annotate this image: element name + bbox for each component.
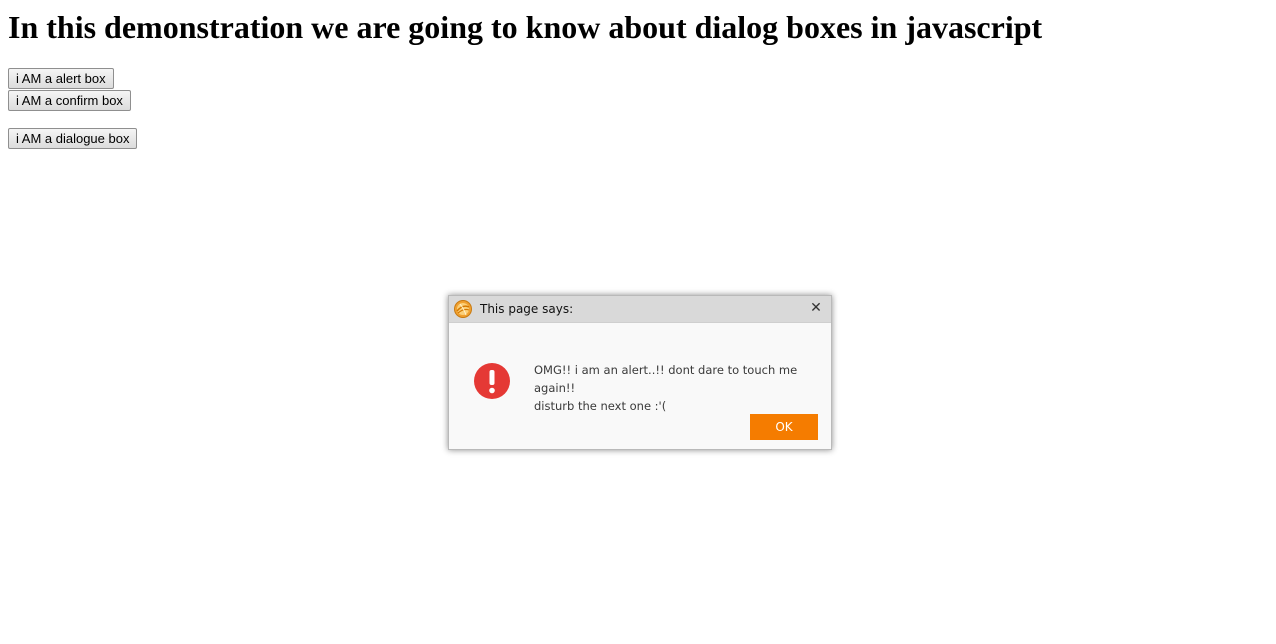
browser-logo-icon [454, 300, 472, 318]
page-title: In this demonstration we are going to kn… [8, 9, 1043, 45]
error-exclamation-icon [473, 362, 511, 400]
alert-dialog: This page says: ✕ OMG!! i am an alert..!… [448, 295, 832, 450]
close-icon[interactable]: ✕ [809, 300, 823, 316]
dialogue-box-button[interactable]: i AM a dialogue box [8, 128, 138, 149]
alert-box-button[interactable]: i AM a alert box [8, 68, 114, 89]
dialog-message: OMG!! i am an alert..!! dont dare to tou… [534, 361, 824, 415]
confirm-box-button[interactable]: i AM a confirm box [8, 90, 131, 111]
dialog-titlebar[interactable]: This page says: ✕ [449, 296, 831, 323]
dialog-message-line-2: disturb the next one :'( [534, 399, 667, 413]
ok-button[interactable]: OK [750, 414, 818, 440]
dialog-title: This page says: [480, 302, 574, 316]
dialog-message-line-1: OMG!! i am an alert..!! dont dare to tou… [534, 363, 798, 395]
